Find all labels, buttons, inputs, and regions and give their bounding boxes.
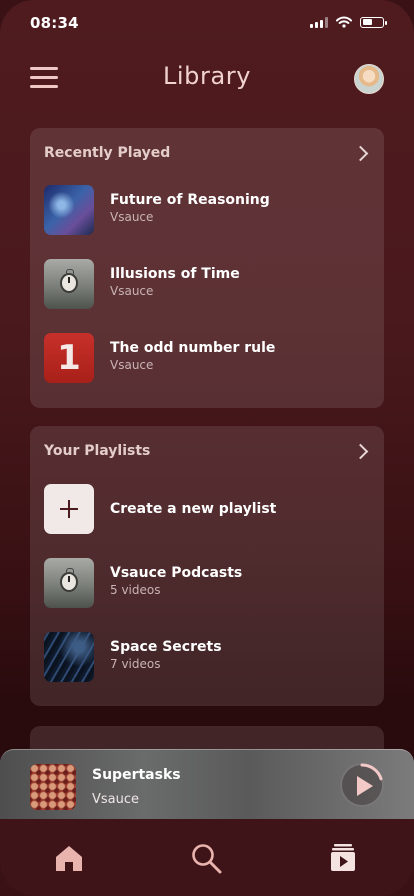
- item-title: Vsauce Podcasts: [110, 565, 243, 581]
- list-item[interactable]: Vsauce Podcasts 5 videos: [44, 558, 370, 610]
- library-icon: [331, 844, 355, 871]
- track-artist: Vsauce: [92, 792, 140, 807]
- recently-played-title: Recently Played: [44, 145, 171, 161]
- create-playlist-label: Create a new playlist: [110, 501, 277, 517]
- tab-library[interactable]: [326, 841, 360, 875]
- tab-home[interactable]: [52, 841, 86, 875]
- pocket-watch-thumbnail: [44, 558, 94, 608]
- item-title: Space Secrets: [110, 639, 222, 655]
- item-title: The odd number rule: [110, 340, 276, 356]
- playlists-title: Your Playlists: [44, 443, 151, 459]
- phone-screen: 08:34 Library Recently Played Future of …: [0, 0, 414, 896]
- battery-icon: [360, 16, 387, 28]
- status-bar: 08:34: [0, 0, 414, 44]
- item-title: Illusions of Time: [110, 266, 240, 282]
- item-subtitle: 7 videos: [110, 657, 161, 671]
- status-time: 08:34: [30, 14, 79, 32]
- galaxy-thumbnail: [44, 185, 94, 235]
- list-item[interactable]: Illusions of Time Vsauce: [44, 259, 370, 311]
- item-subtitle: Vsauce: [110, 358, 154, 372]
- header: Library: [0, 56, 414, 100]
- playlists-header[interactable]: Your Playlists: [44, 443, 370, 463]
- item-subtitle: 5 videos: [110, 583, 161, 597]
- item-subtitle: Vsauce: [110, 210, 154, 224]
- track-artwork: [30, 764, 76, 810]
- create-playlist-button[interactable]: Create a new playlist: [44, 484, 370, 536]
- list-item[interactable]: Space Secrets 7 videos: [44, 632, 370, 684]
- home-icon: [56, 846, 82, 871]
- mini-player[interactable]: Supertasks Vsauce: [0, 749, 414, 820]
- tab-search[interactable]: [189, 841, 223, 875]
- play-icon: [357, 776, 373, 796]
- list-item[interactable]: 1 The odd number rule Vsauce: [44, 333, 370, 385]
- recently-played-header[interactable]: Recently Played: [44, 145, 370, 165]
- avatar[interactable]: [354, 64, 384, 94]
- page-title: Library: [162, 62, 252, 90]
- tab-bar: [0, 819, 414, 896]
- playlists-card: Your Playlists Create a new playlist Vsa…: [30, 426, 384, 706]
- list-item[interactable]: Future of Reasoning Vsauce: [44, 185, 370, 237]
- item-title: Future of Reasoning: [110, 192, 270, 208]
- number-one-thumbnail: 1: [44, 333, 94, 383]
- track-title: Supertasks: [92, 767, 181, 783]
- search-icon: [192, 844, 222, 874]
- status-icons: [310, 16, 387, 28]
- play-button[interactable]: [340, 763, 384, 807]
- space-thumbnail: [44, 632, 94, 682]
- wifi-icon: [336, 16, 352, 28]
- signal-icon: [310, 16, 328, 28]
- plus-icon: [44, 484, 94, 534]
- recently-played-card: Recently Played Future of Reasoning Vsau…: [30, 128, 384, 408]
- item-subtitle: Vsauce: [110, 284, 154, 298]
- pocket-watch-thumbnail: [44, 259, 94, 309]
